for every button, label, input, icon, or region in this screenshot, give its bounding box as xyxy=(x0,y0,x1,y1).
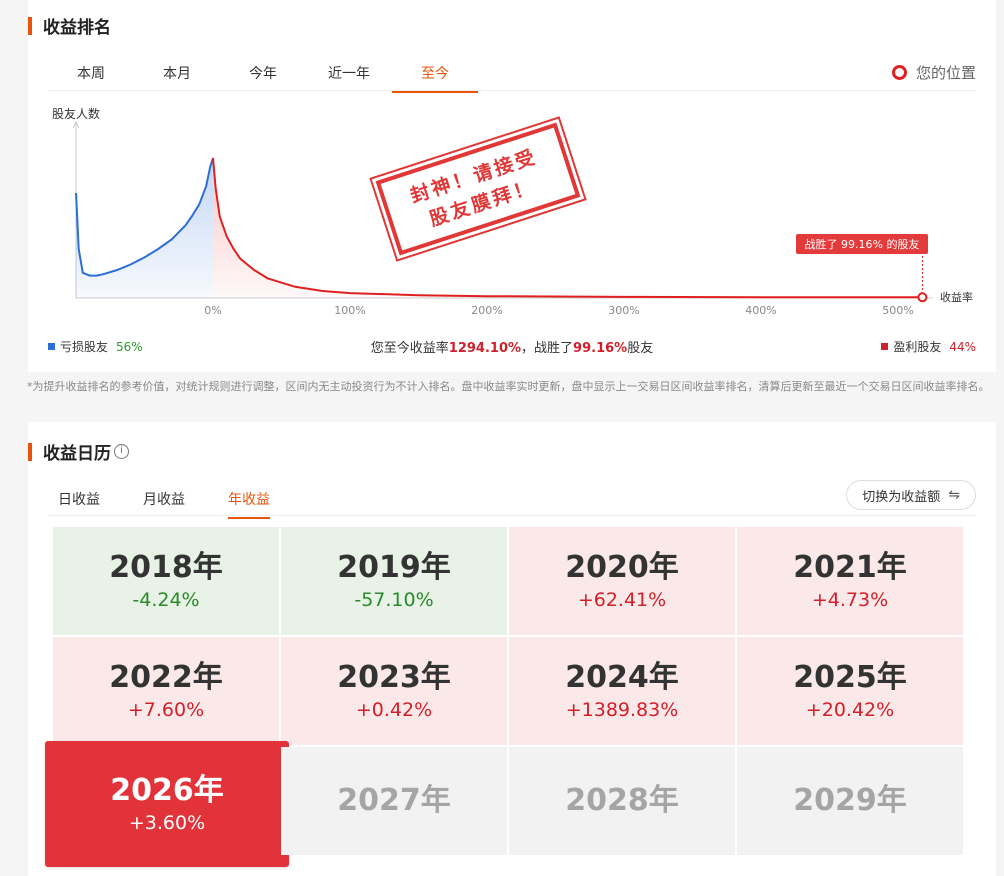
rank-tabs-divider xyxy=(48,90,976,91)
year-return: +3.60% xyxy=(128,812,206,834)
year-cell[interactable]: 2027年 xyxy=(281,747,507,855)
rank-period-tab[interactable]: 今年 xyxy=(220,63,306,93)
year-cell[interactable]: 2019年 -57.10% xyxy=(281,527,507,635)
year-return: +20.42% xyxy=(805,699,895,721)
year-return: +62.41% xyxy=(577,589,667,611)
year-cell[interactable]: 2029年 xyxy=(737,747,963,855)
calendar-panel: 收益日历 i 日收益 月收益 年收益 切换为收益额 ⇋ 2018年 -4.24% 201… xyxy=(28,422,996,876)
year-cell[interactable]: 2021年 +4.73% xyxy=(737,527,963,635)
year-cell[interactable]: 2024年 +1389.83% xyxy=(509,637,735,745)
rank-period-tab[interactable]: 至今 xyxy=(392,63,478,93)
year-return: +1389.83% xyxy=(565,699,679,721)
x-axis-label: 收益率 xyxy=(940,290,973,304)
summary-rate: 1294.10% xyxy=(448,341,522,356)
rank-period-tab[interactable]: 近一年 xyxy=(306,63,392,93)
rank-period-tab[interactable]: 本周 xyxy=(48,63,134,93)
summary-beat: 99.16% xyxy=(573,341,628,356)
y-axis-label: 股友人数 xyxy=(52,106,100,121)
rank-summary: 您至今收益率1294.10%，战胜了99.16%股友 xyxy=(28,337,996,356)
year-label: 2029年 xyxy=(793,783,907,818)
x-tick-label: 0% xyxy=(204,304,221,317)
x-tick-label: 200% xyxy=(471,304,502,317)
position-ring-icon xyxy=(891,65,907,80)
position-marker xyxy=(917,292,928,303)
title-accent-bar xyxy=(28,16,32,35)
summary-prefix: 您至今收益率 xyxy=(370,341,449,356)
year-cell[interactable]: 2023年 +0.42% xyxy=(281,637,507,745)
year-label: 2019年 xyxy=(337,550,451,585)
rank-footnote: *为提升收益排名的参考价值，对统计规则进行调整，区间内无主动投资行为不计入排名。… xyxy=(27,380,990,393)
swap-arrows-icon: ⇋ xyxy=(948,487,960,503)
x-tick-label: 500% xyxy=(882,304,913,317)
marker-tooltip-label: 战胜了 99.16% 的股友 xyxy=(805,237,920,251)
rank-panel: 收益排名 本周 本月 今年 近一年 至今 您的位置 股友人数收益率 0% 100% 200% 3… xyxy=(28,0,996,372)
summary-suffix: 股友 xyxy=(627,341,654,356)
profit-legend-swatch xyxy=(881,343,889,350)
summary-mid: ，战胜了 xyxy=(521,341,574,356)
year-cell[interactable]: 2020年 +62.41% xyxy=(509,527,735,635)
profit-legend: 盈利股友 44% xyxy=(881,338,976,355)
current-year-highlight: 2026年 +3.60% xyxy=(45,741,289,867)
x-tick-label: 100% xyxy=(334,304,365,317)
calendar-title-text: 收益日历 xyxy=(43,444,111,464)
year-return: +4.73% xyxy=(811,589,889,611)
x-tick-label: 300% xyxy=(608,304,639,317)
year-label: 2027年 xyxy=(337,783,451,818)
year-return: +7.60% xyxy=(127,699,205,721)
year-return: -57.10% xyxy=(354,589,434,611)
year-label: 2028年 xyxy=(565,783,679,818)
title-accent-bar xyxy=(28,442,32,461)
year-cell[interactable]: 2026年 +3.60% xyxy=(45,741,289,867)
year-return: +0.42% xyxy=(355,699,433,721)
profit-legend-label: 盈利股友 xyxy=(893,340,942,354)
rank-tabs: 本周 本月 今年 近一年 至今 xyxy=(48,63,478,93)
year-cell[interactable]: 2025年 +20.42% xyxy=(737,637,963,745)
switch-to-amount-button[interactable]: 切换为收益额 ⇋ xyxy=(846,480,976,510)
year-label: 2022年 xyxy=(109,660,223,695)
year-label: 2021年 xyxy=(793,550,907,585)
rank-period-tab[interactable]: 本月 xyxy=(134,63,220,93)
rank-title-text: 收益排名 xyxy=(43,18,111,38)
year-cell[interactable]: 2018年 -4.24% xyxy=(53,527,279,635)
year-cell[interactable]: 2028年 xyxy=(509,747,735,855)
year-cell[interactable]: 2022年 +7.60% xyxy=(53,637,279,745)
profit-legend-pct: 44% xyxy=(949,339,976,354)
your-position-legend: 您的位置 xyxy=(891,62,976,83)
series-area xyxy=(76,158,213,298)
year-label: 2018年 xyxy=(109,550,223,585)
year-label: 2026年 xyxy=(110,773,224,808)
year-returns-grid: 2018年 -4.24% 2019年 -57.10% 2020年 +62.41% 2021年… xyxy=(45,527,963,867)
info-icon[interactable]: i xyxy=(114,444,129,459)
your-position-label: 您的位置 xyxy=(915,64,976,82)
year-label: 2020年 xyxy=(565,550,679,585)
year-label: 2025年 xyxy=(793,660,907,695)
year-label: 2023年 xyxy=(337,660,451,695)
x-tick-label: 400% xyxy=(745,304,776,317)
year-return: -4.24% xyxy=(132,589,200,611)
switch-button-label: 切换为收益额 xyxy=(862,489,941,505)
rank-section-title: 收益排名 xyxy=(28,13,111,38)
calendar-section-title: 收益日历 i xyxy=(28,439,129,464)
year-label: 2024年 xyxy=(565,660,679,695)
calendar-tabs-divider xyxy=(48,515,976,516)
